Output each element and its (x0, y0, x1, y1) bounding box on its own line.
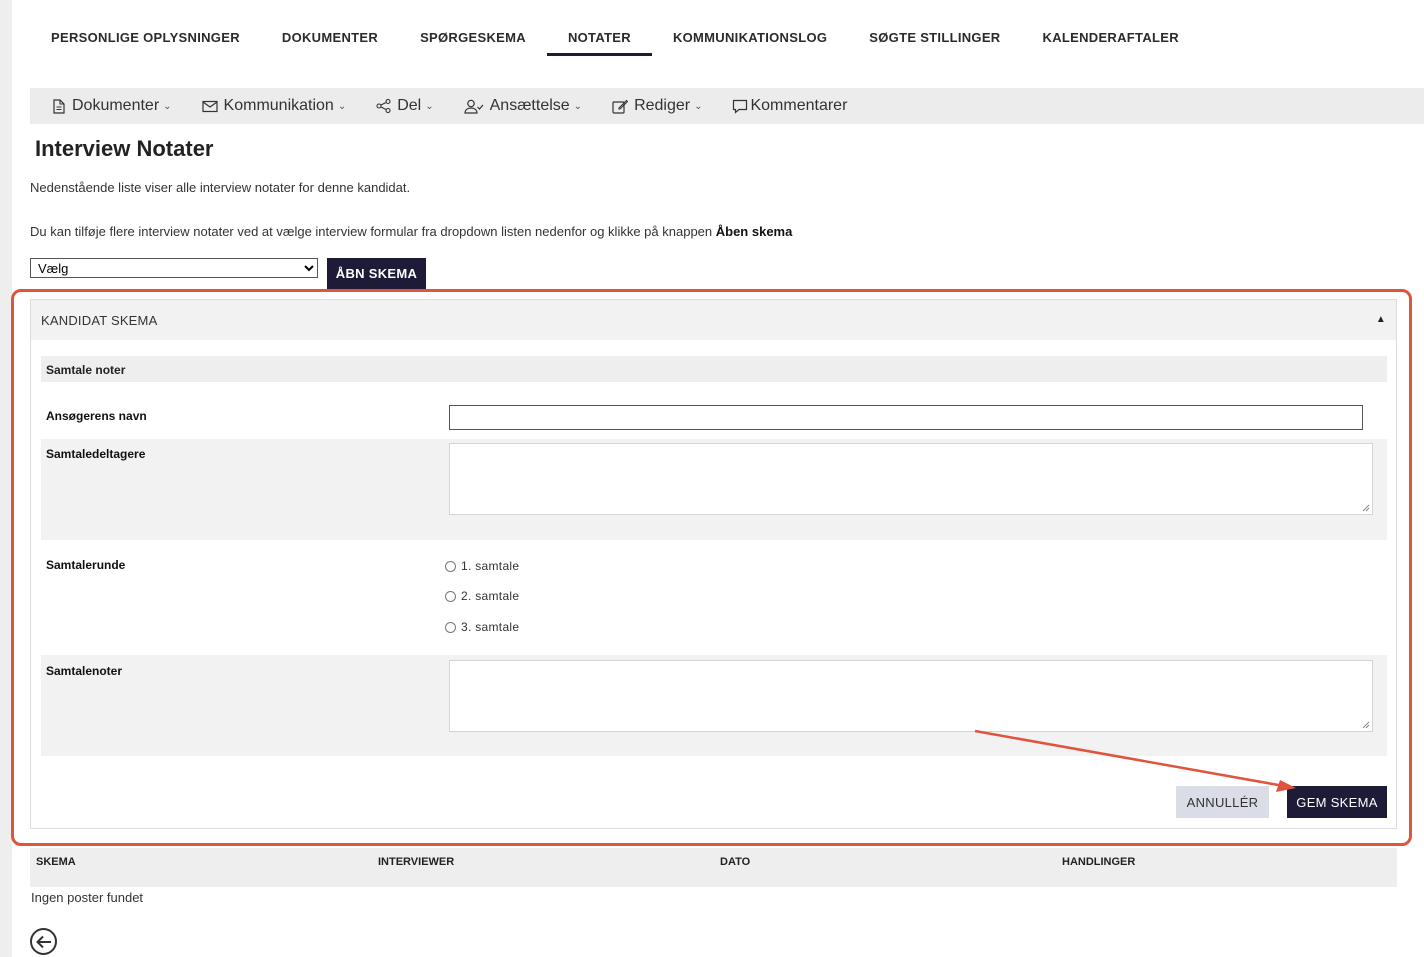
tab-personal-info[interactable]: PERSONLIGE OPLYSNINGER (30, 18, 261, 56)
action-toolbar: Dokumenter ⌄ Kommunikation ⌄ Del ⌄ Ansættel… (30, 88, 1424, 124)
open-form-button[interactable]: ÅBN SKEMA (327, 258, 426, 289)
empty-state-message: Ingen poster fundet (31, 890, 144, 905)
envelope-icon (201, 100, 218, 112)
tab-questionnaire[interactable]: SPØRGESKEMA (399, 18, 547, 56)
instruction-text: Du kan tilføje flere interview notater v… (30, 224, 792, 239)
section-title: Samtale noter (41, 356, 1387, 382)
resize-handle-icon[interactable] (1362, 504, 1370, 512)
round-option-2[interactable]: 2. samtale (445, 589, 519, 603)
edit-icon (612, 99, 629, 114)
comments-button[interactable]: Kommentarer (732, 97, 847, 115)
form-select[interactable]: Vælg (30, 258, 318, 278)
page-title: Interview Notater (35, 136, 214, 161)
panel-header[interactable]: KANDIDAT SKEMA ▲ (31, 300, 1396, 340)
share-icon (376, 99, 391, 113)
documents-menu-label: Dokumenter (72, 97, 160, 114)
cancel-button[interactable]: ANNULLÉR (1176, 786, 1269, 818)
chevron-down-icon: ⌄ (694, 100, 703, 112)
user-check-icon (464, 99, 484, 114)
communication-menu-label: Kommunikation (223, 97, 334, 114)
radio-button-icon[interactable] (445, 560, 456, 572)
intro-text: Nedenstående liste viser alle interview … (30, 180, 411, 195)
profile-tabs: PERSONLIGE OPLYSNINGER DOKUMENTER SPØRGE… (30, 18, 1200, 58)
share-menu-label: Del (397, 97, 422, 114)
notes-label: Samtalenoter (46, 664, 123, 678)
comment-icon (733, 99, 748, 114)
participants-label: Samtaledeltagere (46, 447, 146, 461)
chevron-down-icon: ⌄ (425, 100, 434, 112)
communication-menu[interactable]: Kommunikation ⌄ (201, 97, 347, 115)
applicant-name-input[interactable] (449, 405, 1363, 430)
employment-menu[interactable]: Ansættelse ⌄ (464, 97, 582, 115)
employment-menu-label: Ansættelse (489, 97, 570, 114)
radio-button-icon[interactable] (445, 621, 456, 633)
instruction-body: Du kan tilføje flere interview notater v… (30, 224, 716, 239)
comments-button-label: Kommentarer (750, 97, 848, 114)
share-menu[interactable]: Del ⌄ (376, 97, 434, 115)
round-label: Samtalerunde (46, 558, 126, 572)
column-header: SKEMA (36, 856, 76, 868)
documents-menu[interactable]: Dokumenter ⌄ (52, 97, 172, 115)
edit-menu[interactable]: Rediger ⌄ (612, 97, 702, 115)
name-label: Ansøgerens navn (46, 409, 147, 423)
column-header: INTERVIEWER (378, 856, 455, 868)
chevron-down-icon: ⌄ (573, 100, 583, 112)
back-button[interactable] (30, 928, 57, 955)
instruction-bold: Åben skema (715, 224, 793, 239)
tab-communication-log[interactable]: KOMMUNIKATIONSLOG (652, 18, 848, 56)
round-option-1[interactable]: 1. samtale (445, 559, 519, 573)
panel-title: KANDIDAT SKEMA (41, 313, 158, 328)
round-option-label: 3. samtale (461, 620, 520, 634)
resize-handle-icon[interactable] (1362, 721, 1370, 729)
participants-textarea[interactable] (449, 443, 1373, 515)
document-icon (53, 98, 65, 114)
tab-applied-positions[interactable]: SØGTE STILLINGER (848, 18, 1021, 56)
save-form-button[interactable]: GEM SKEMA (1287, 786, 1387, 818)
tab-documents[interactable]: DOKUMENTER (261, 18, 399, 56)
column-header: DATO (720, 856, 751, 868)
chevron-down-icon: ⌄ (163, 100, 172, 112)
notes-textarea[interactable] (449, 660, 1373, 732)
collapse-caret-icon[interactable]: ▲ (1376, 314, 1386, 325)
round-option-label: 2. samtale (461, 589, 520, 603)
radio-button-icon[interactable] (445, 590, 456, 602)
candidate-form-panel: KANDIDAT SKEMA ▲ Samtale noter Ansøgeren… (30, 299, 1397, 829)
chevron-down-icon: ⌄ (337, 100, 347, 112)
tab-notes[interactable]: NOTATER (546, 18, 652, 56)
tab-calendar[interactable]: KALENDERAFTALER (1022, 18, 1200, 56)
edit-menu-label: Rediger (634, 97, 691, 114)
column-header: HANDLINGER (1062, 856, 1136, 868)
table-header: SKEMA INTERVIEWER DATO HANDLINGER (30, 848, 1397, 887)
arrow-left-icon (35, 935, 51, 948)
round-option-label: 1. samtale (461, 559, 520, 573)
left-sidebar-strip (0, 0, 12, 957)
round-option-3[interactable]: 3. samtale (445, 620, 519, 634)
